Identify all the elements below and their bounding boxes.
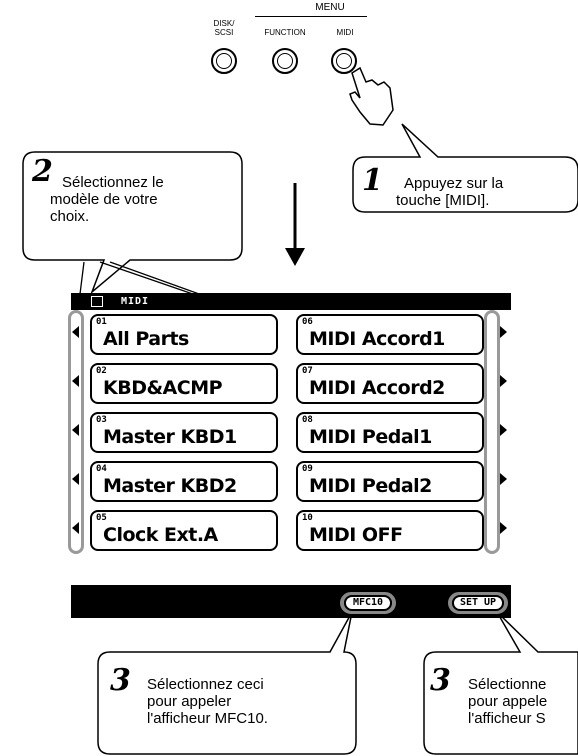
step1-text: Appuyez sur la touche [MIDI]. <box>396 175 504 209</box>
step3b-number: 3 <box>430 663 451 698</box>
left-select-button-e[interactable] <box>72 522 79 534</box>
step2-number: 2 <box>32 154 53 189</box>
right-select-button-j[interactable] <box>500 522 507 534</box>
template-item-03[interactable]: 03 Master KBD1 <box>90 412 278 453</box>
template-item-04[interactable]: 04 Master KBD2 <box>90 461 278 502</box>
disk-scsi-label: DISK/ SCSI <box>213 19 235 37</box>
step1-number: 1 <box>362 163 383 198</box>
hand-pointer-icon <box>349 66 394 126</box>
right-select-button-f[interactable] <box>500 326 507 338</box>
right-select-button-g[interactable] <box>500 375 507 387</box>
right-buttons-highlight <box>484 310 500 554</box>
screen-title: MIDI <box>121 296 150 307</box>
template-item-10[interactable]: 10 MIDI OFF <box>296 510 484 551</box>
step3b-text: Sélectionne pour appele l'afficheur S <box>468 676 548 727</box>
midi-label: MIDI <box>336 28 354 37</box>
template-item-09[interactable]: 09 MIDI Pedal2 <box>296 461 484 502</box>
left-select-button-a[interactable] <box>72 326 79 338</box>
step2-text: Sélectionnez le modèle de votre choix. <box>50 174 164 225</box>
right-select-button-h[interactable] <box>500 424 507 436</box>
left-select-button-d[interactable] <box>72 473 79 485</box>
left-select-button-c[interactable] <box>72 424 79 436</box>
template-item-05[interactable]: 05 Clock Ext.A <box>90 510 278 551</box>
midi-button[interactable] <box>331 48 357 74</box>
menu-title: MENU <box>315 2 345 13</box>
mfc10-button[interactable]: MFC10 <box>344 595 392 611</box>
template-item-07[interactable]: 07 MIDI Accord2 <box>296 363 484 404</box>
template-item-02[interactable]: 02 KBD&ACMP <box>90 363 278 404</box>
menu-divider <box>255 16 367 17</box>
screen-title-bar: MIDI <box>71 293 511 310</box>
template-item-06[interactable]: 06 MIDI Accord1 <box>296 314 484 355</box>
right-select-button-i[interactable] <box>500 473 507 485</box>
midi-icon <box>91 296 103 307</box>
setup-button[interactable]: SET UP <box>452 595 504 611</box>
template-item-01[interactable]: 01 All Parts <box>90 314 278 355</box>
step3a-number: 3 <box>110 663 131 698</box>
step3a-text: Sélectionnez ceci pour appeler l'affiche… <box>147 676 268 727</box>
function-label: FUNCTION <box>264 28 306 37</box>
left-select-button-b[interactable] <box>72 375 79 387</box>
template-item-08[interactable]: 08 MIDI Pedal1 <box>296 412 484 453</box>
function-button[interactable] <box>272 48 298 74</box>
disk-scsi-button[interactable] <box>211 48 237 74</box>
